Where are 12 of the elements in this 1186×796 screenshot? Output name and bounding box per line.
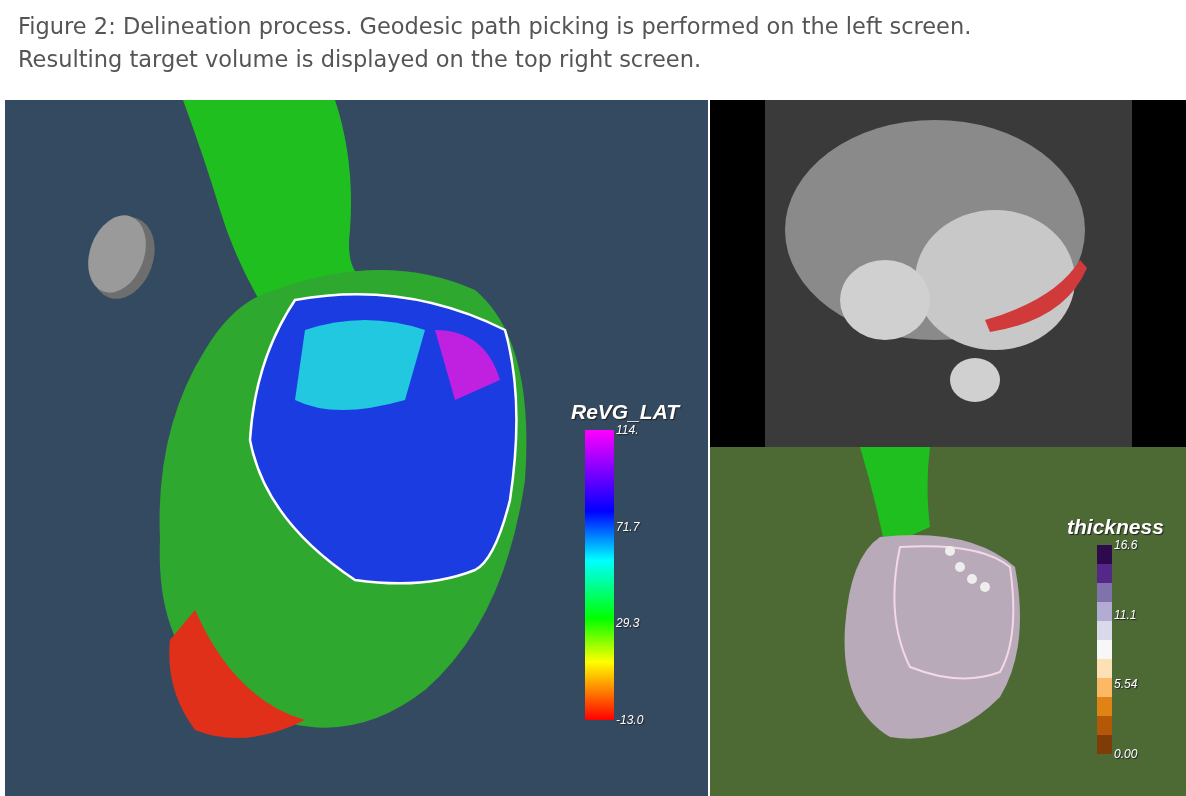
scale-tick-label: 11.1 (1114, 608, 1138, 621)
legend-title: thickness (1067, 515, 1164, 539)
scale-tick-label: 114. (616, 424, 640, 436)
scale-tick-label: 29.3 (616, 617, 641, 630)
figure-caption: Figure 2: Delineation process. Geodesic path picking is performed on the left screen. (18, 12, 973, 41)
scale-tick-label: 0.00 (1114, 747, 1138, 760)
figure-caption: Resulting target volume is displayed on the top right screen. (18, 45, 703, 74)
scale-tick-label: -13.0 (616, 713, 644, 726)
legend-title: ReVG_LAT (571, 400, 680, 424)
scale-tick-label: 5.54 (1114, 678, 1138, 691)
scale-tick-label: 16.6 (1114, 539, 1138, 551)
scale-tick-label: 71.7 (616, 520, 641, 533)
